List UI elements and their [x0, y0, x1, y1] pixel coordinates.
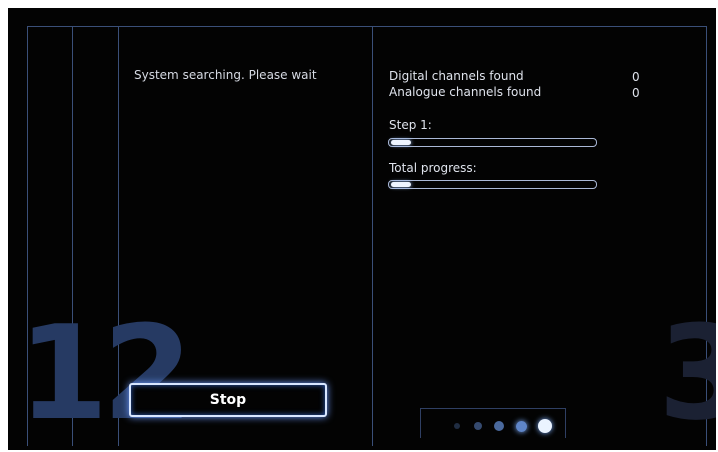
status-message: System searching. Please wait: [134, 68, 317, 82]
step-dot: [494, 421, 504, 431]
step-progress-fill: [391, 140, 411, 145]
step-dot: [516, 420, 527, 432]
step-progress-bar: [388, 138, 597, 147]
next-step-number: 3: [658, 297, 716, 449]
step-dot-active: [538, 419, 552, 433]
tv-screen: 12 3 System searching. Please wait Digit…: [8, 8, 716, 450]
step-dot: [454, 423, 460, 429]
total-progress-label: Total progress:: [389, 161, 477, 175]
digital-channels-count: 0: [632, 70, 640, 84]
step-dot: [474, 422, 482, 430]
divider-line: [372, 26, 373, 446]
digital-channels-label: Digital channels found: [389, 69, 524, 83]
analogue-channels-label: Analogue channels found: [389, 85, 542, 99]
step-progress-label: Step 1:: [389, 118, 432, 132]
analogue-channels-count: 0: [632, 86, 640, 100]
stop-button[interactable]: Stop: [129, 383, 327, 417]
completed-steps-number: 12: [18, 297, 193, 449]
total-progress-bar: [388, 180, 597, 189]
total-progress-fill: [391, 182, 411, 187]
